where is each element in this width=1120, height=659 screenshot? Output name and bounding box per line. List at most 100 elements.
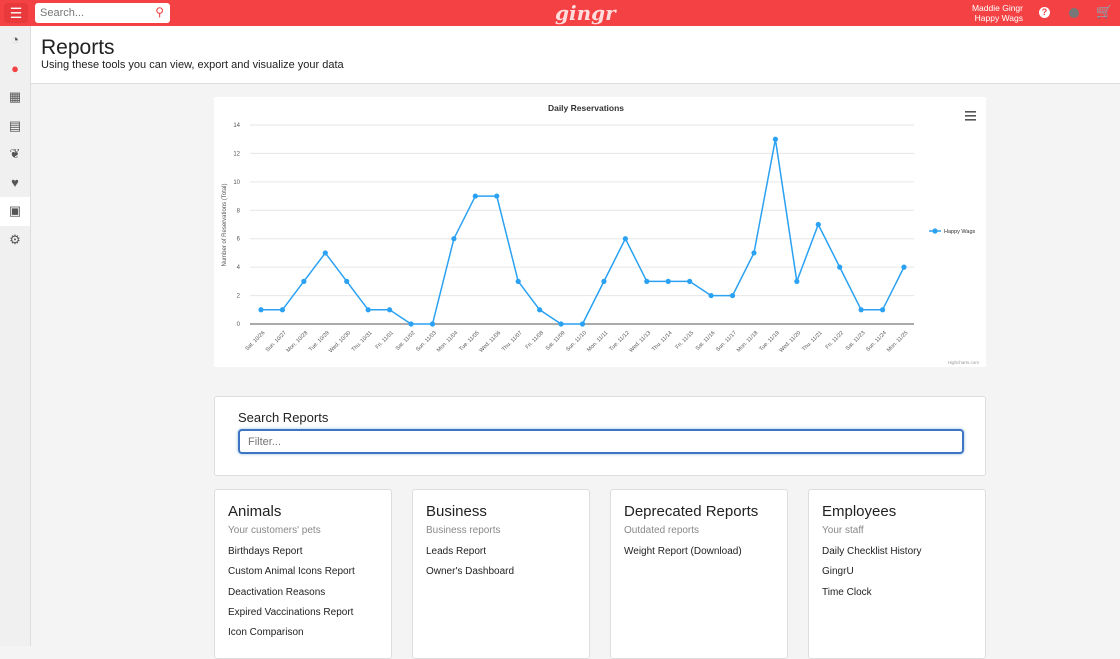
data-point — [537, 307, 543, 313]
chart-svg: Daily Reservations 0 2 4 6 8 10 12 14 Number of R… — [222, 103, 979, 365]
dashboard-icon[interactable]: ◔ — [0, 26, 30, 55]
chart-menu-icon[interactable] — [965, 111, 976, 121]
card-title: Animals — [228, 503, 282, 520]
x-tick-label: Thu. 11/21 — [801, 330, 824, 353]
data-point — [772, 136, 779, 142]
page-subtitle: Using these tools you can view, export a… — [41, 59, 344, 71]
report-link[interactable]: Expired Vaccinations Report — [228, 603, 378, 623]
user-location: Happy Wags — [974, 12, 1023, 23]
daily-reservations-chart: Daily Reservations 0 2 4 6 8 10 12 14 Number of R… — [214, 97, 986, 367]
clock-icon[interactable]: ● — [0, 55, 30, 84]
card-subtitle: Business reports — [426, 525, 501, 536]
data-point — [665, 278, 671, 284]
gears-icon[interactable]: ⚙ — [0, 226, 30, 255]
x-tick-label: Fri. 11/01 — [375, 330, 395, 350]
data-point — [879, 307, 886, 313]
data-point — [687, 278, 693, 284]
report-card: Employees Your staff Daily Checklist Histo… — [808, 489, 986, 659]
report-link[interactable]: Leads Report — [426, 542, 576, 562]
report-link[interactable]: Deactivation Reasons — [228, 583, 378, 603]
x-tick-label: Fri. 11/08 — [525, 330, 545, 350]
report-link[interactable]: Owner's Dashboard — [426, 562, 576, 582]
y-tick-label: 0 — [237, 322, 241, 328]
data-point — [322, 250, 328, 256]
x-tick-label: Sat. 11/02 — [395, 330, 417, 352]
x-tick-label: Thu. 11/14 — [651, 330, 674, 353]
x-tick-label: Mon. 11/11 — [586, 330, 609, 353]
data-point — [494, 193, 500, 199]
hamburger-menu-button[interactable]: ☰ — [4, 3, 28, 23]
data-point — [837, 264, 843, 270]
report-link[interactable]: Birthdays Report — [228, 542, 378, 562]
data-point — [429, 321, 436, 327]
heart-icon[interactable]: ♥ — [0, 169, 30, 198]
data-point — [794, 278, 800, 284]
data-point — [344, 278, 350, 284]
y-tick-label: 2 — [237, 294, 241, 300]
report-filter-input[interactable] — [238, 429, 964, 454]
user-menu[interactable]: Maddie Gingr Happy Wags — [972, 3, 1023, 23]
x-tick-label: Mon. 10/28 — [286, 330, 310, 354]
x-tick-label: Sun. 11/17 — [715, 330, 738, 353]
x-tick-label: Thu. 11/07 — [501, 330, 524, 353]
data-point — [365, 307, 371, 313]
x-tick-label: Sun. 11/24 — [865, 330, 888, 353]
report-link[interactable]: Weight Report (Download) — [624, 542, 774, 562]
data-point — [558, 321, 564, 327]
y-tick-label: 12 — [233, 151, 240, 157]
data-point — [472, 193, 478, 199]
x-tick-label: Wed. 11/13 — [628, 330, 652, 354]
x-tick-label: Thu. 10/31 — [351, 330, 374, 353]
x-tick-label: Sun. 11/10 — [565, 330, 588, 353]
report-link[interactable]: Icon Comparison — [228, 623, 378, 643]
data-point — [515, 278, 521, 284]
card-title: Business — [426, 503, 487, 520]
x-tick-label: Sat. 11/16 — [695, 330, 717, 352]
grid-icon[interactable]: ▤ — [0, 112, 30, 141]
x-tick-label: Wed. 10/30 — [328, 330, 352, 354]
card-subtitle: Your staff — [822, 525, 864, 536]
chart-title: Daily Reservations — [548, 103, 624, 113]
cart-icon[interactable]: 🛒 — [1096, 4, 1112, 20]
data-point — [858, 307, 864, 313]
x-tick-label: Tue. 11/12 — [608, 330, 630, 352]
x-tick-label: Sat. 10/26 — [244, 330, 266, 352]
data-point — [301, 278, 307, 284]
data-point — [751, 250, 757, 256]
data-point — [408, 321, 414, 327]
data-point — [708, 292, 714, 299]
x-tick-label: Mon. 11/04 — [436, 330, 459, 353]
status-dot-icon[interactable] — [1069, 8, 1079, 18]
search-icon[interactable]: ⚲ — [155, 5, 164, 19]
card-subtitle: Your customers' pets — [228, 525, 321, 536]
x-tick-label: Tue. 11/05 — [458, 330, 480, 352]
report-card: Deprecated Reports Outdated reports Weight… — [610, 489, 788, 659]
paw-icon[interactable]: ❦ — [0, 140, 30, 169]
card-subtitle: Outdated reports — [624, 525, 700, 536]
search-reports-panel: Search Reports — [214, 396, 986, 476]
data-point — [815, 221, 821, 228]
y-tick-label: 4 — [237, 265, 241, 271]
gingr-logo[interactable]: gingr — [555, 1, 616, 25]
data-point — [258, 307, 264, 313]
data-point — [579, 321, 586, 327]
report-link[interactable]: Custom Animal Icons Report — [228, 562, 378, 582]
report-link[interactable]: Time Clock — [822, 583, 972, 603]
x-tick-label: Wed. 11/06 — [478, 330, 502, 354]
report-link[interactable]: GingrU — [822, 562, 972, 582]
card-title: Employees — [822, 503, 897, 520]
help-icon[interactable]: ? — [1039, 7, 1050, 18]
y-tick-label: 14 — [233, 123, 240, 129]
calendar-icon[interactable]: ▦ — [0, 83, 30, 112]
report-card: Animals Your customers' pets Birthdays Rep… — [214, 489, 392, 659]
book-icon[interactable]: ▣ — [0, 197, 30, 226]
x-tick-label: Sat. 11/23 — [845, 330, 867, 352]
data-point — [622, 236, 628, 242]
page-title: Reports — [41, 36, 115, 59]
data-point — [279, 307, 286, 313]
data-point — [901, 264, 907, 270]
report-link[interactable]: Daily Checklist History — [822, 542, 972, 562]
x-tick-label: Fri. 11/22 — [825, 330, 845, 350]
search-input[interactable] — [35, 3, 145, 23]
x-tick-label: Sat. 11/09 — [545, 330, 567, 352]
